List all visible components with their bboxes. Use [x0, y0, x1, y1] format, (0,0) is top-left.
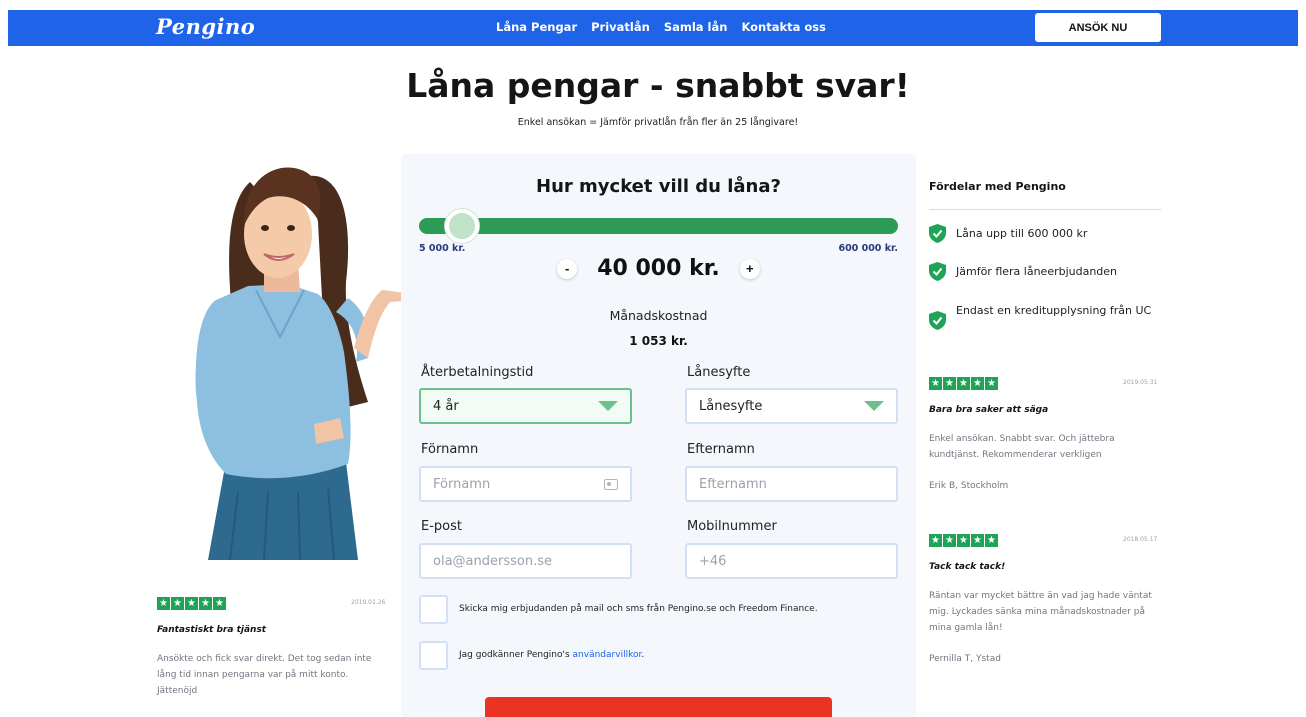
terms-link[interactable]: användarvillkor: [573, 650, 642, 660]
email-field[interactable]: ola@andersson.se: [419, 543, 632, 579]
review-title: Tack tack tack!: [929, 562, 1006, 572]
nav-link-kontakta-oss[interactable]: Kontakta oss: [741, 20, 826, 34]
page-subtitle: Enkel ansökan = Jämför privatlån från fl…: [517, 117, 799, 128]
contact-card-icon: [604, 478, 618, 490]
benefit-text: Jämför flera låneerbjudanden: [956, 265, 1118, 278]
review-date: 2019.01.26: [351, 599, 386, 606]
lastname-label: Efternamn: [687, 442, 755, 457]
benefit-item: Låna upp till 600 000 kr: [929, 224, 1156, 243]
benefit-text: Låna upp till 600 000 kr: [956, 227, 1088, 240]
star-icon: ★: [957, 534, 970, 547]
star-icon: ★: [985, 534, 998, 547]
benefit-item: Endast en kreditupplysning från UC: [929, 301, 1156, 330]
slider-handle[interactable]: [445, 209, 479, 243]
review-card: ★ ★ ★ ★ ★ 2018.05.17 Tack tack tack! Räntan …: [929, 534, 1161, 664]
review-author: Erik B, Stockholm: [929, 481, 1009, 491]
amount-stepper: - 40 000 kr. +: [401, 256, 916, 281]
loan-calculator-panel: Hur mycket vill du låna? 5 000 kr. 600 0…: [401, 154, 916, 717]
chevron-down-icon: [598, 401, 618, 411]
monthly-cost-label: Månadskostnad: [609, 308, 708, 323]
offers-consent-text: Skicka mig erbjudanden på mail och sms f…: [459, 604, 818, 614]
apply-now-button[interactable]: ANSÖK NU: [1035, 13, 1161, 42]
review-body: Enkel ansökan. Snabbt svar. Och jättebra…: [929, 434, 1115, 460]
star-icon: ★: [929, 377, 942, 390]
shield-check-icon: [929, 262, 946, 281]
page-title: Låna pengar - snabbt svar!: [406, 66, 910, 105]
purpose-select[interactable]: Lånesyfte: [685, 388, 898, 424]
phone-placeholder: +46: [699, 553, 727, 569]
terms-consent-text: Jag godkänner Pengino's användarvillkor.: [459, 650, 644, 660]
logo[interactable]: Pengino: [156, 14, 255, 39]
purpose-label: Lånesyfte: [687, 365, 751, 380]
term-selected-value: 4 år: [433, 398, 459, 414]
review-author: Pernilla T, Ystad: [929, 654, 1001, 664]
review-body: Räntan var mycket bättre än vad jag hade…: [929, 591, 1152, 633]
benefits-title: Fördelar med Pengino: [929, 180, 1161, 210]
nav-link-samla-lan[interactable]: Samla lån: [664, 20, 728, 34]
review-date: 2019.05.31: [1123, 379, 1158, 386]
calculator-question: Hur mycket vill du låna?: [536, 176, 781, 197]
star-icon: ★: [971, 377, 984, 390]
star-icon: ★: [929, 534, 942, 547]
loan-amount-slider[interactable]: [419, 218, 898, 234]
firstname-label: Förnamn: [421, 442, 479, 457]
firstname-placeholder: Förnamn: [433, 476, 491, 492]
purpose-selected-value: Lånesyfte: [699, 398, 763, 414]
star-icon: ★: [985, 377, 998, 390]
offers-consent-checkbox[interactable]: [419, 595, 448, 624]
terms-consent-checkbox[interactable]: [419, 641, 448, 670]
email-placeholder: ola@andersson.se: [433, 553, 552, 569]
shield-check-icon: [929, 311, 946, 330]
top-navbar: Pengino Låna Pengar Privatlån Samla lån …: [8, 10, 1298, 46]
star-icon: ★: [971, 534, 984, 547]
terms-suffix: .: [641, 650, 645, 660]
phone-field[interactable]: +46: [685, 543, 898, 579]
woman-pointing-illustration: [195, 167, 416, 560]
benefits-sidebar: Fördelar med Pengino Låna upp till 600 0…: [929, 180, 1161, 330]
slider-max-label: 600 000 kr.: [838, 243, 898, 254]
review-title: Bara bra saker att säga: [929, 405, 1049, 415]
star-icon: ★: [171, 597, 184, 610]
star-icon: ★: [943, 377, 956, 390]
monthly-cost-value: 1 053 kr.: [629, 334, 688, 348]
chevron-down-icon: [864, 401, 884, 411]
loan-amount-value: 40 000 kr.: [597, 256, 720, 281]
phone-label: Mobilnummer: [687, 519, 777, 534]
star-icon: ★: [199, 597, 212, 610]
shield-check-icon: [929, 224, 946, 243]
term-label: Återbetalningstid: [421, 365, 534, 380]
star-icon: ★: [943, 534, 956, 547]
decrease-amount-button[interactable]: -: [557, 258, 578, 279]
star-icon: ★: [185, 597, 198, 610]
review-date: 2018.05.17: [1123, 536, 1158, 543]
lastname-field[interactable]: Efternamn: [685, 466, 898, 502]
review-body: Ansökte och fick svar direkt. Det tog se…: [157, 654, 372, 696]
nav-link-lana-pengar[interactable]: Låna Pengar: [496, 20, 577, 34]
email-label: E-post: [421, 519, 462, 534]
main-nav: Låna Pengar Privatlån Samla lån Kontakta…: [496, 20, 826, 34]
submit-application-button[interactable]: [485, 697, 832, 717]
nav-link-privatlan[interactable]: Privatlån: [591, 20, 650, 34]
star-icon: ★: [157, 597, 170, 610]
review-card: ★ ★ ★ ★ ★ 2019.05.31 Bara bra saker att säga…: [929, 377, 1161, 491]
star-icon: ★: [213, 597, 226, 610]
lastname-placeholder: Efternamn: [699, 476, 767, 492]
firstname-field[interactable]: Förnamn: [419, 466, 632, 502]
benefit-item: Jämför flera låneerbjudanden: [929, 262, 1156, 281]
increase-amount-button[interactable]: +: [739, 258, 760, 279]
review-title: Fantastiskt bra tjänst: [157, 625, 267, 635]
star-icon: ★: [957, 377, 970, 390]
review-card: ★ ★ ★ ★ ★ 2019.01.26 Fantastiskt bra tjänst …: [157, 597, 389, 696]
slider-min-label: 5 000 kr.: [419, 243, 466, 254]
benefit-text: Endast en kreditupplysning från UC: [956, 304, 1152, 317]
term-select[interactable]: 4 år: [419, 388, 632, 424]
terms-prefix: Jag godkänner Pengino's: [459, 650, 573, 660]
